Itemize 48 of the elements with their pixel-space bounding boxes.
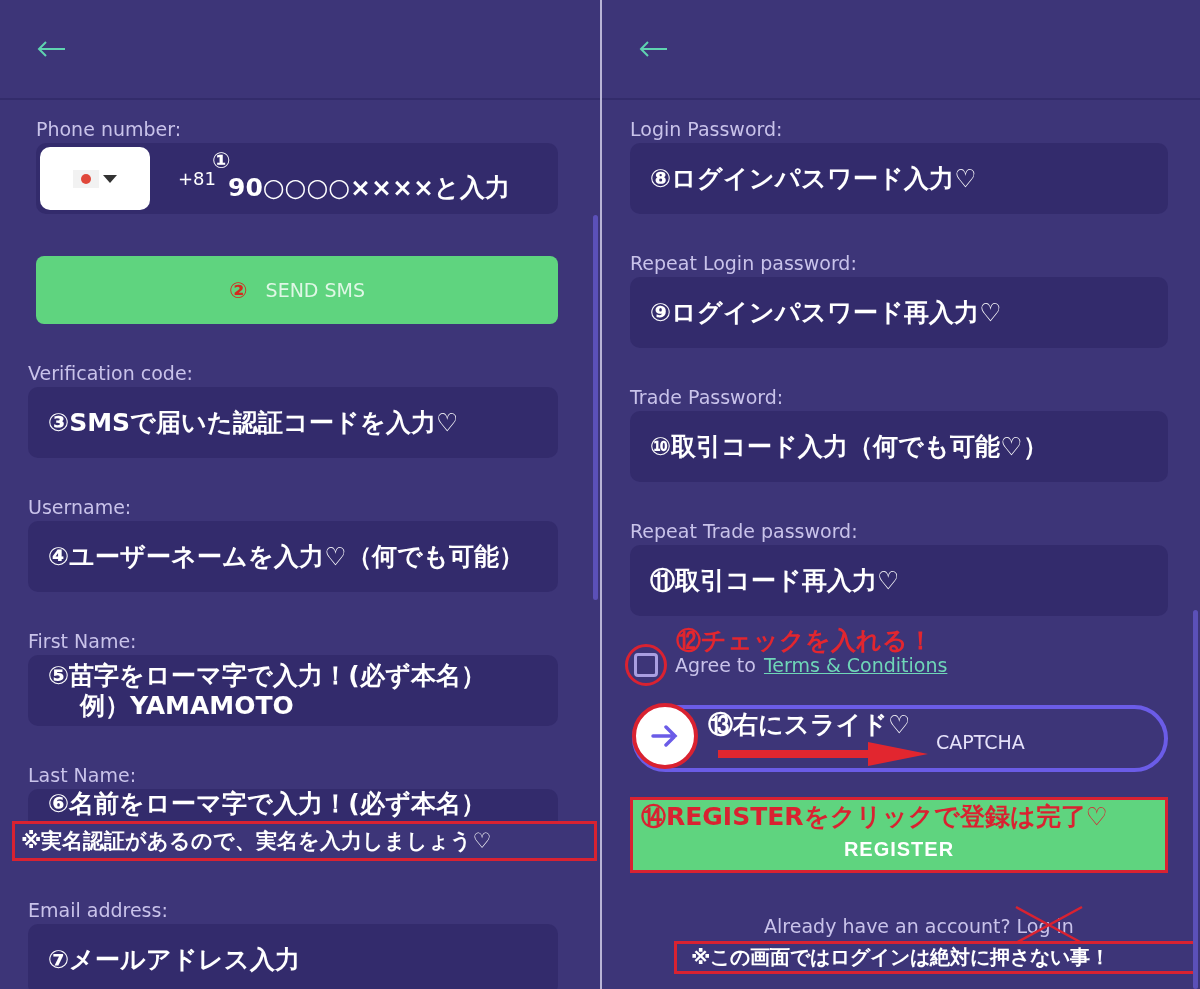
back-arrow-icon[interactable] bbox=[638, 40, 668, 58]
captcha-slider[interactable]: CAPTCHA ⑬右にスライド♡ bbox=[632, 705, 1168, 772]
annotation-text: ③SMSで届いた認証コードを入力♡ bbox=[48, 407, 460, 438]
annotation-text: ⑬右にスライド♡ bbox=[708, 711, 911, 739]
annotation-text: ⑦メールアドレス入力 bbox=[48, 944, 302, 975]
field-label: Repeat Login password: bbox=[630, 251, 857, 276]
caret-icon bbox=[103, 174, 117, 183]
input-field[interactable]: ④ユーザーネームを入力♡（何でも可能） bbox=[28, 521, 558, 592]
input-field[interactable]: ⑦メールアドレス入力 bbox=[28, 924, 558, 989]
terms-link[interactable]: Terms & Conditions bbox=[763, 654, 948, 676]
field-label: Repeat Trade password: bbox=[630, 519, 858, 544]
country-selector[interactable] bbox=[40, 147, 150, 210]
field-label: Phone number: bbox=[35, 117, 182, 142]
input-field[interactable]: ⑪取引コード再入力♡ bbox=[630, 545, 1168, 616]
annotation-text: ⑤苗字をローマ字で入力！(必ず本名） bbox=[48, 660, 487, 691]
input-field[interactable]: ⑧ログインパスワード入力♡ bbox=[630, 143, 1168, 214]
annotation-text: ⑭REGISTERをクリックで登録は完了♡ bbox=[641, 801, 1108, 833]
field-label: Email address: bbox=[28, 898, 168, 923]
field-label: Username: bbox=[28, 495, 132, 520]
captcha-label: CAPTCHA bbox=[936, 731, 1025, 753]
arrow-right-icon bbox=[651, 725, 679, 747]
field-label: Login Password: bbox=[630, 117, 783, 142]
checkbox[interactable] bbox=[634, 653, 658, 677]
annotation-text: 90○○○○××××と入力 bbox=[228, 172, 510, 203]
field-label: First Name: bbox=[28, 629, 137, 654]
annotation-text: ⑩取引コード入力（何でも可能♡） bbox=[650, 431, 1049, 462]
input-field[interactable]: ⑩取引コード入力（何でも可能♡） bbox=[630, 411, 1168, 482]
annotation-text: 例）YAMAMOTO bbox=[78, 690, 295, 721]
field-label: Last Name: bbox=[28, 763, 137, 788]
input-field[interactable]: ③SMSで届いた認証コードを入力♡ bbox=[28, 387, 558, 458]
annotation-text: ⑪取引コード再入力♡ bbox=[650, 565, 901, 596]
annotation-text: ⑧ログインパスワード入力♡ bbox=[650, 163, 978, 194]
agree-text: Agree to bbox=[675, 654, 756, 676]
annotation-text: ⑥名前をローマ字で入力！(必ず本名） bbox=[48, 789, 487, 819]
field-label: Trade Password: bbox=[630, 385, 784, 410]
annotation-text: ⑨ログインパスワード再入力♡ bbox=[650, 297, 1003, 328]
input-field[interactable]: ⑨ログインパスワード再入力♡ bbox=[630, 277, 1168, 348]
input-field[interactable]: ⑤苗字をローマ字で入力！(必ず本名） 例）YAMAMOTO bbox=[28, 655, 558, 726]
annotation-text: ④ユーザーネームを入力♡（何でも可能） bbox=[48, 541, 525, 572]
back-arrow-icon[interactable] bbox=[36, 40, 66, 58]
account-prompt: Already have an account? bbox=[764, 915, 1011, 937]
slider-thumb[interactable] bbox=[632, 703, 698, 769]
warning-note: ※実名認証があるので、実名を入力しましょう♡ bbox=[12, 821, 597, 861]
phone-field[interactable]: +81 ① 90○○○○××××と入力 bbox=[36, 143, 558, 214]
input-field[interactable]: ⑥名前をローマ字で入力！(必ず本名） bbox=[28, 789, 558, 821]
field-label: Verification code: bbox=[28, 361, 194, 386]
annotation-text: ⑫チェックを入れる！ bbox=[676, 625, 934, 657]
flag-icon bbox=[73, 169, 99, 188]
